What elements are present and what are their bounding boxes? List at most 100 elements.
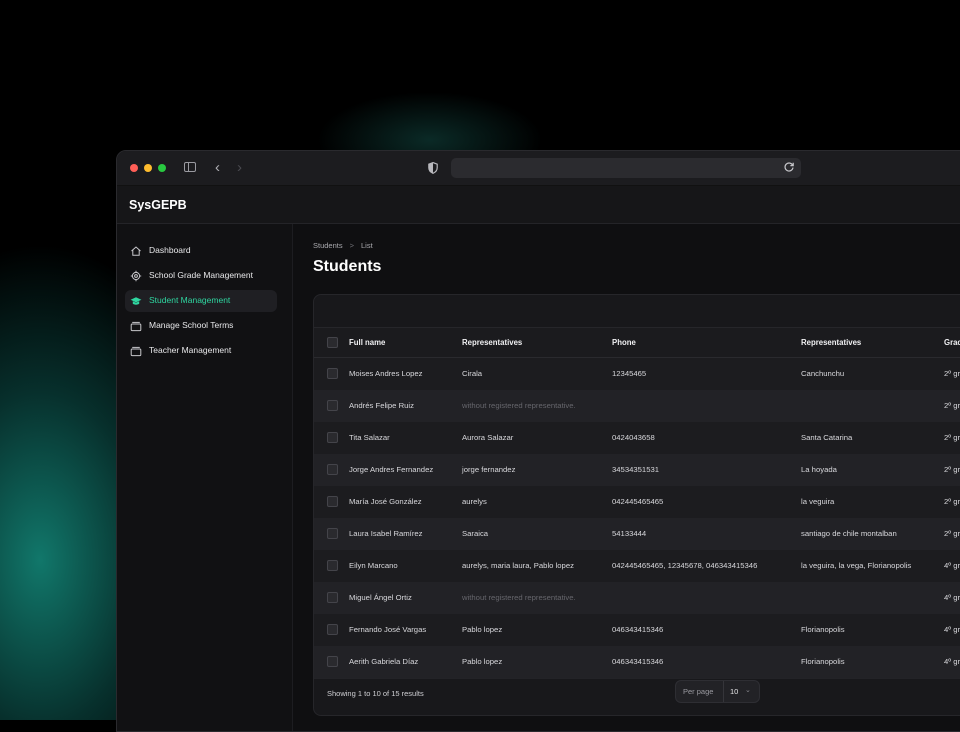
- row-checkbox[interactable]: [327, 368, 338, 379]
- cell-phone: 042445465465: [612, 497, 664, 506]
- folder-icon: [130, 346, 142, 357]
- column-header-grade[interactable]: Grac: [944, 338, 960, 347]
- sidebar-toggle-icon[interactable]: [184, 162, 196, 172]
- browser-chrome: ‹ ›: [117, 151, 960, 186]
- row-checkbox[interactable]: [327, 496, 338, 507]
- forward-arrow-icon[interactable]: ›: [237, 160, 242, 175]
- breadcrumb-separator: >: [349, 241, 354, 250]
- cell-phone: 34534351531: [612, 465, 660, 474]
- breadcrumb-link-students[interactable]: Students: [313, 241, 343, 250]
- table-row[interactable]: Jorge Andres Fernandez jorge fernandez 345…: [314, 454, 960, 487]
- home-icon: [131, 246, 141, 256]
- cell-address: Florianopolis: [801, 657, 845, 666]
- table-row[interactable]: Laura Isabel Ramírez Saraica 54133444 santi…: [314, 518, 960, 551]
- sidebar-item-label: Manage School Terms: [149, 320, 234, 330]
- cell-address: Canchunchu: [801, 369, 845, 378]
- table-row[interactable]: Miguel Ángel Ortiz without registered rep…: [314, 582, 960, 615]
- table-toolbar: [314, 295, 960, 328]
- cell-representatives: Pablo lopez: [462, 625, 503, 634]
- folder-icon: [130, 321, 142, 332]
- cell-full-name: Laura Isabel Ramírez: [349, 529, 423, 538]
- cell-grade: 4º gr: [944, 657, 960, 666]
- row-checkbox[interactable]: [327, 656, 338, 667]
- close-window-button[interactable]: [130, 164, 138, 172]
- pagination-summary: Showing 1 to 10 of 15 results: [327, 689, 424, 698]
- select-all-checkbox[interactable]: [327, 337, 338, 348]
- sidebar-item-label: Student Management: [149, 295, 231, 305]
- table-row[interactable]: Eilyn Marcano aurelys, maria laura, Pablo…: [314, 550, 960, 583]
- cell-phone: 0424043658: [612, 433, 655, 442]
- cell-representatives: aurelys: [462, 497, 487, 506]
- row-checkbox[interactable]: [327, 400, 338, 411]
- sidebar-item-school-grade-management[interactable]: School Grade Management: [125, 265, 277, 287]
- cell-full-name: Jorge Andres Fernandez: [349, 465, 434, 474]
- row-checkbox[interactable]: [327, 560, 338, 571]
- chevron-down-icon: ⌄: [745, 687, 751, 694]
- row-checkbox[interactable]: [327, 624, 338, 635]
- sidebar-item-label: School Grade Management: [149, 270, 253, 280]
- column-header-representatives-address[interactable]: Representatives: [801, 338, 861, 347]
- cell-phone: 54133444: [612, 529, 647, 538]
- row-checkbox[interactable]: [327, 464, 338, 475]
- cell-representatives: jorge fernandez: [462, 465, 516, 474]
- address-bar[interactable]: [451, 158, 801, 178]
- cell-address: la veguira, la vega, Florianopolis: [801, 561, 912, 570]
- cell-grade: 2º gr: [944, 465, 960, 474]
- cell-full-name: Fernando José Vargas: [349, 625, 427, 634]
- app-brand[interactable]: SysGEPB: [129, 198, 187, 212]
- sidebar-item-dashboard[interactable]: Dashboard: [125, 240, 277, 262]
- breadcrumb-current: List: [361, 241, 373, 250]
- zoom-window-button[interactable]: [158, 164, 166, 172]
- cell-grade: 2º gr: [944, 529, 960, 538]
- cell-address: Santa Catarina: [801, 433, 853, 442]
- app-topbar: SysGEPB: [117, 186, 960, 224]
- gear-icon: [130, 270, 142, 282]
- cell-full-name: Aerith Gabriela Díaz: [349, 657, 419, 666]
- sidebar-item-label: Dashboard: [149, 245, 191, 255]
- sidebar: Dashboard School Grade Management Studen…: [117, 224, 293, 731]
- minimize-window-button[interactable]: [144, 164, 152, 172]
- sidebar-item-teacher-management[interactable]: Teacher Management: [125, 340, 277, 362]
- column-header-phone[interactable]: Phone: [612, 338, 636, 347]
- cell-grade: 2º gr: [944, 369, 960, 378]
- students-table-card: Full name Representatives Phone Represen…: [313, 294, 960, 716]
- sidebar-item-student-management[interactable]: Student Management: [125, 290, 277, 312]
- cell-representatives: Cirala: [462, 369, 483, 378]
- cell-phone: 12345465: [612, 369, 647, 378]
- cell-representatives: Pablo lopez: [462, 657, 503, 666]
- cell-address: Florianopolis: [801, 625, 845, 634]
- cell-representatives: without registered representative.: [462, 401, 576, 410]
- table-header: Full name Representatives Phone Represen…: [314, 328, 960, 358]
- table-row[interactable]: Andrés Felipe Ruiz without registered rep…: [314, 390, 960, 423]
- back-arrow-icon[interactable]: ‹: [215, 160, 220, 175]
- column-header-full-name[interactable]: Full name: [349, 338, 385, 347]
- table-row[interactable]: Fernando José Vargas Pablo lopez 046343415…: [314, 614, 960, 647]
- cell-representatives: aurelys, maria laura, Pablo lopez: [462, 561, 574, 570]
- per-page-select[interactable]: Per page 10 ⌄: [675, 680, 760, 703]
- sidebar-item-manage-school-terms[interactable]: Manage School Terms: [125, 315, 277, 337]
- row-checkbox[interactable]: [327, 432, 338, 443]
- reload-icon[interactable]: [783, 161, 795, 173]
- row-checkbox[interactable]: [327, 592, 338, 603]
- cell-full-name: Eilyn Marcano: [349, 561, 398, 570]
- cell-address: La hoyada: [801, 465, 837, 474]
- cell-representatives: Saraica: [462, 529, 489, 538]
- table-row[interactable]: María José González aurelys 042445465465 la…: [314, 486, 960, 519]
- per-page-divider: [723, 681, 724, 702]
- cell-representatives: Aurora Salazar: [462, 433, 514, 442]
- column-header-representatives[interactable]: Representatives: [462, 338, 522, 347]
- per-page-label: Per page: [683, 687, 714, 696]
- cell-grade: 4º gr: [944, 561, 960, 570]
- cell-address: la veguira: [801, 497, 835, 506]
- cell-grade: 2º gr: [944, 497, 960, 506]
- per-page-value[interactable]: 10: [730, 687, 738, 696]
- table-footer: Showing 1 to 10 of 15 results Per page 1…: [314, 677, 960, 715]
- row-checkbox[interactable]: [327, 528, 338, 539]
- table-row[interactable]: Tita Salazar Aurora Salazar 0424043658 Sant…: [314, 422, 960, 455]
- table-row[interactable]: Aerith Gabriela Díaz Pablo lopez 046343415…: [314, 646, 960, 679]
- cell-representatives: without registered representative.: [462, 593, 576, 602]
- shield-icon[interactable]: [428, 162, 438, 174]
- breadcrumb: Students > List: [313, 241, 373, 250]
- cell-grade: 4º gr: [944, 625, 960, 634]
- table-row[interactable]: Moises Andres Lopez Cirala 12345465 Canchun…: [314, 358, 960, 391]
